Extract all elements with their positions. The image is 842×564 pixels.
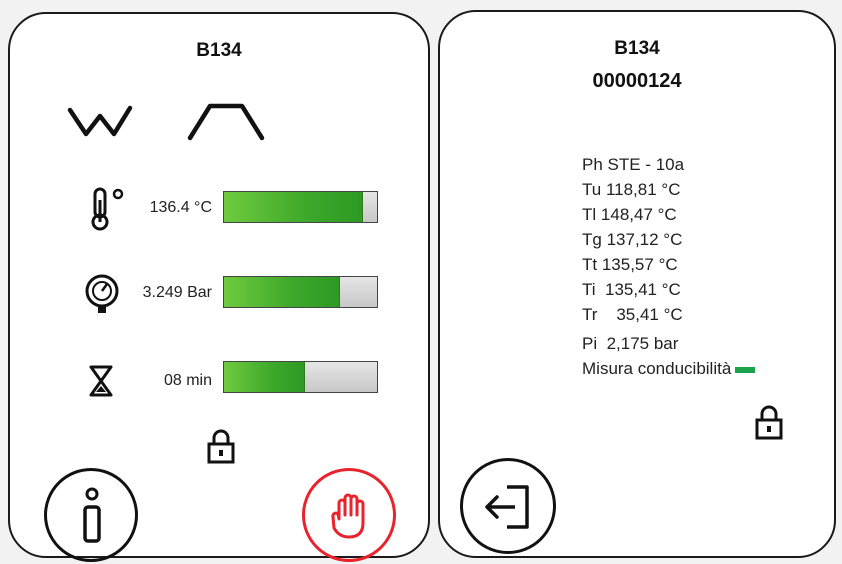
cycle-number: 00000124: [592, 70, 682, 92]
exit-button[interactable]: [460, 458, 556, 554]
param-row-tt: Tt 135,57 °C: [582, 255, 678, 274]
padlock-icon: [755, 405, 783, 440]
hourglass-icon: [89, 365, 113, 397]
param-row-tr: Tr 35,41 °C: [582, 305, 683, 324]
pressure-gauge-icon: [85, 274, 119, 313]
cycle-details-panel: B134 00000124 Ph STE - 10a Tu 118,81 °C …: [438, 10, 836, 558]
cycle-status-panel: B134 136.4 °C 3.249 Bar 08 min: [8, 12, 430, 562]
param-row-tg: Tg 137,12 °C: [582, 230, 683, 249]
conductivity-row: Misura conducibilità: [582, 356, 756, 381]
machine-title: B134: [614, 38, 660, 59]
param-row-pi: Pi 2,175 bar: [582, 334, 679, 353]
info-icon: [83, 487, 101, 543]
conductivity-indicator: [735, 366, 756, 373]
machine-title: B134: [196, 40, 242, 61]
trapezoid-profile-icon: [187, 103, 265, 141]
stop-button[interactable]: [302, 468, 396, 562]
cycle-parameters-list: Ph STE - 10a Tu 118,81 °C Tl 148,47 °C T…: [582, 152, 756, 381]
wave-icon: [67, 105, 133, 137]
info-button[interactable]: [44, 468, 138, 562]
param-row-tl: Tl 148,47 °C: [582, 205, 677, 224]
pressure-reading: 3.249 Bar: [142, 284, 212, 301]
time-bar-fill: [224, 362, 305, 392]
temperature-bar-fill: [224, 192, 363, 222]
stop-hand-icon: [331, 493, 365, 539]
param-row-ph: Ph STE - 10a: [582, 155, 685, 174]
param-row-ti: Ti 135,41 °C: [582, 280, 681, 299]
padlock-icon: [207, 429, 235, 464]
time-bar: [223, 361, 378, 393]
temperature-reading: 136.4 °C: [149, 199, 212, 216]
pressure-bar-fill: [224, 277, 340, 307]
temperature-bar: [223, 191, 378, 223]
param-row-tu: Tu 118,81 °C: [582, 180, 681, 199]
time-reading: 08 min: [163, 372, 212, 389]
exit-icon: [485, 485, 529, 529]
pressure-bar: [223, 276, 378, 308]
